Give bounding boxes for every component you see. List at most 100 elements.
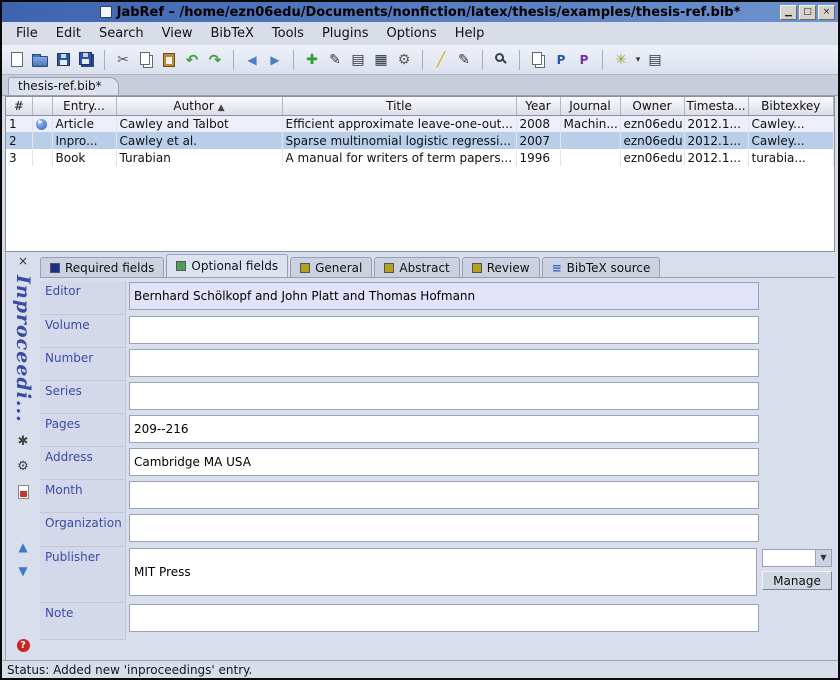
publisher-dropdown[interactable]: ▼ <box>762 549 832 567</box>
col-header-bibtexkey[interactable]: Bibtexkey <box>748 97 834 115</box>
edit-entry-icon[interactable]: ✎ <box>324 49 346 71</box>
tab-required-fields[interactable]: Required fields <box>40 257 164 277</box>
generate-key-icon[interactable]: ✱ <box>18 435 29 448</box>
toolbar-separator <box>596 50 603 70</box>
field-row-volume: Volume <box>40 315 835 348</box>
note-field-input[interactable] <box>129 604 759 632</box>
next-entry-icon[interactable]: ▼ <box>18 565 27 577</box>
chevron-down-icon[interactable]: ▼ <box>815 550 831 566</box>
menu-tools[interactable]: Tools <box>264 25 312 42</box>
url-icon[interactable] <box>36 119 47 130</box>
paste-icon[interactable] <box>158 49 180 71</box>
cleanup-icon[interactable]: ✎ <box>453 49 475 71</box>
cell-icon <box>32 149 52 166</box>
mark-entries-icon[interactable]: ╱ <box>430 49 452 71</box>
organization-field-input[interactable] <box>129 514 759 542</box>
field-value-wrap <box>126 315 835 348</box>
col-header-owner[interactable]: Owner <box>620 97 684 115</box>
minimize-button[interactable]: ▁ <box>780 5 797 20</box>
pages-field-input[interactable] <box>129 415 759 443</box>
copy-icon[interactable] <box>135 49 157 71</box>
manage-button[interactable]: Manage <box>762 571 832 590</box>
table-row[interactable]: 3 Book Turabian A manual for writers of … <box>6 149 834 166</box>
field-label-pages: Pages <box>40 414 126 447</box>
undo-icon[interactable]: ↶ <box>181 49 203 71</box>
maximize-button[interactable]: □ <box>799 5 816 20</box>
previous-entry-icon[interactable]: ▲ <box>18 541 27 553</box>
publisher-field-input[interactable] <box>129 548 757 596</box>
menu-file[interactable]: File <box>8 25 46 42</box>
publisher-controls: ▼ Manage <box>762 548 832 602</box>
save-database-icon[interactable] <box>52 49 74 71</box>
menu-view[interactable]: View <box>154 25 201 42</box>
month-field-input[interactable] <box>129 481 759 509</box>
col-header-author[interactable]: Author ▲ <box>116 97 282 115</box>
cell-title: Efficient approximate leave-one-out... <box>282 115 516 132</box>
help-icon[interactable]: ? <box>17 639 30 652</box>
cell-number: 2 <box>6 132 32 149</box>
tab-bibtex-source[interactable]: ≡ BibTeX source <box>542 257 661 277</box>
table-row[interactable]: 1 Article Cawley and Talbot Efficient ap… <box>6 115 834 132</box>
open-database-icon[interactable] <box>29 49 51 71</box>
save-all-icon[interactable] <box>75 49 97 71</box>
close-entry-editor-icon[interactable]: × <box>18 255 28 267</box>
close-button[interactable]: × <box>818 5 835 20</box>
menu-bibtex[interactable]: BibTeX <box>202 25 261 42</box>
col-header-year[interactable]: Year <box>516 97 560 115</box>
pdf-icon[interactable] <box>18 485 29 499</box>
status-text: Status: Added new 'inproceedings' entry. <box>7 663 252 677</box>
open-file-icon[interactable]: ▤ <box>644 49 666 71</box>
field-row-organization: Organization <box>40 513 835 547</box>
tab-abstract[interactable]: Abstract <box>374 257 459 277</box>
number-field-input[interactable] <box>129 349 759 377</box>
cell-owner: ezn06edu <box>620 132 684 149</box>
statusbar: Status: Added new 'inproceedings' entry. <box>2 660 838 678</box>
copy-citation-icon[interactable] <box>527 49 549 71</box>
menu-help[interactable]: Help <box>447 25 493 42</box>
menu-plugins[interactable]: Plugins <box>314 25 377 42</box>
series-field-input[interactable] <box>129 382 759 410</box>
push-winedt-icon[interactable]: P <box>573 49 595 71</box>
field-row-pages: Pages <box>40 414 835 447</box>
edit-strings-icon[interactable]: ▦ <box>370 49 392 71</box>
edit-preamble-icon[interactable]: ▤ <box>347 49 369 71</box>
cell-journal: Machin... <box>560 115 620 132</box>
search-icon[interactable] <box>490 49 512 71</box>
wrench-icon[interactable]: ⚙ <box>393 49 415 71</box>
cell-timestamp: 2012.1... <box>684 115 748 132</box>
new-entry-icon[interactable]: ✚ <box>301 49 323 71</box>
editor-field-input[interactable] <box>129 282 759 310</box>
file-tab[interactable]: thesis-ref.bib* <box>8 77 119 95</box>
titlebar[interactable]: JabRef – /home/ezn06edu/Documents/nonfic… <box>2 2 838 22</box>
address-field-input[interactable] <box>129 448 759 476</box>
tab-general[interactable]: General <box>290 257 372 277</box>
cut-icon[interactable]: ✂ <box>112 49 134 71</box>
tab-review[interactable]: Review <box>462 257 540 277</box>
col-header-entrytype[interactable]: Entry... <box>52 97 116 115</box>
col-header-title[interactable]: Title <box>282 97 516 115</box>
col-header-icon[interactable] <box>32 97 52 115</box>
redo-icon[interactable]: ↷ <box>204 49 226 71</box>
menu-search[interactable]: Search <box>91 25 152 42</box>
push-lyx-icon[interactable]: P <box>550 49 572 71</box>
col-header-timestamp[interactable]: Timesta... <box>684 97 748 115</box>
menu-edit[interactable]: Edit <box>48 25 89 42</box>
back-icon[interactable]: ◀ <box>241 49 263 71</box>
menu-options[interactable]: Options <box>379 25 445 42</box>
gear-icon[interactable]: ⚙ <box>17 460 29 473</box>
new-database-icon[interactable] <box>6 49 28 71</box>
volume-field-input[interactable] <box>129 316 759 344</box>
col-header-number[interactable]: # <box>6 97 32 115</box>
cell-number: 1 <box>6 115 32 132</box>
tab-optional-fields[interactable]: Optional fields <box>166 254 288 277</box>
toolbar-separator <box>98 50 105 70</box>
cell-entrytype: Article <box>52 115 116 132</box>
table-row-selected[interactable]: 2 Inpro... Cawley et al. Sparse multinom… <box>6 132 834 149</box>
keys-dropdown-icon[interactable]: ▾ <box>633 49 643 71</box>
field-label-month: Month <box>40 480 126 513</box>
forward-icon[interactable]: ▶ <box>264 49 286 71</box>
generate-keys-icon[interactable]: ✳ <box>610 49 632 71</box>
cell-year: 1996 <box>516 149 560 166</box>
app-icon <box>100 6 112 18</box>
col-header-journal[interactable]: Journal <box>560 97 620 115</box>
